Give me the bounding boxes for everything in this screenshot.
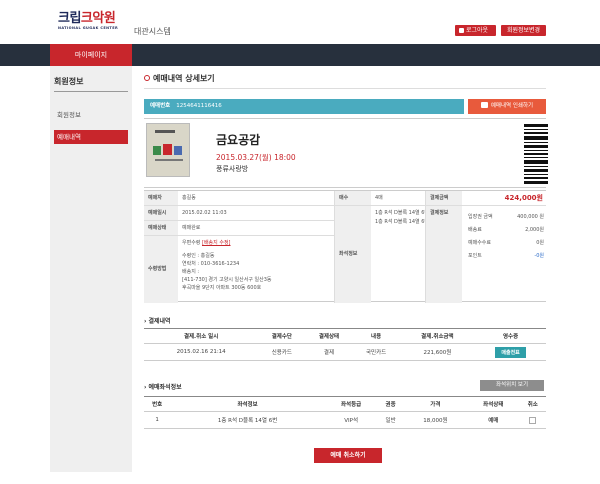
column-header: 결제수단 [258,328,306,344]
show-summary: 금요공감 2015.03.27(월) 18:00 풍류사랑방 [144,118,548,188]
pay-row: 배송료 2,000원 [468,227,544,233]
pay-row: 포인트 -0원 [468,253,544,259]
address-line-2: 후곡마을 9단지 아파트 300동 600호 [182,285,262,291]
ticket-type: 일반 [377,411,404,429]
logout-label: 로그아웃 [466,27,489,34]
receiver-name: 수령인 : 홍길동 [182,253,215,259]
payment-table: 결제.취소 일시 결제수단 결제상태 내용 결제.취소금액 영수증 2015.0… [144,328,546,361]
count-label: 매수 [335,191,371,205]
payment-state: 결제 [305,343,353,361]
table-row: 1 1층 R석 D블록 14열 6번 VIP석 일반 18,000원 예매 [144,411,546,429]
seat-info: 1층 R석 D블록 14열 6번 [170,411,325,429]
seat-info-label: 좌석정보 [335,206,371,303]
datetime-value: 2015.02.02 11:03 [182,210,227,216]
column-header: 결제상태 [305,328,353,344]
edit-member-info-button[interactable]: 회원정보변경 [501,25,546,36]
receive-method-label: 수령방법 [144,236,178,303]
printer-icon [480,102,488,108]
reservation-number-label: 예매번호 [150,103,171,109]
tab-mypage[interactable]: 마이페이지 [50,44,132,66]
show-title: 금요공감 [216,133,261,147]
sidebar-divider [54,91,128,92]
seat-line-2: 1층 R석 D블록 14열 6번 [375,219,430,225]
pay-row: 예매수수료 0원 [468,240,544,246]
reservation-info-table: 예매자 홍길동 예매일시 2015.02.02 11:03 예매상태 예매완료 … [144,190,546,303]
column-header: 내용 [352,328,400,344]
booker-label: 예매자 [144,191,178,205]
address-line-1: [411-730] 경기 고양시 일산서구 일산3동 [182,277,272,283]
seat-list: 1층 R석 D블록 14열 6번 1층 R석 D블록 14열 6번 [371,209,429,227]
pay-row: 입장권 금액 400,000 원 [468,214,544,220]
payment-method: 신용카드 [258,343,306,361]
logo[interactable]: 크립크악원 NATIONAL GUGAK CENTER [58,12,124,36]
payment-amount: 221,600원 [399,343,476,361]
count-value: 4매 [375,195,383,201]
receive-method: 우편수령 [182,240,201,246]
top-nav-bar: 마이페이지 [0,44,600,66]
column-header: 영수증 [475,328,546,344]
amount-label: 결제금액 [426,191,462,205]
column-header: 결제.취소 일시 [144,328,259,344]
seat-line-1: 1층 R석 D블록 14열 6번 [375,210,430,216]
show-hall: 풍류사랑방 [216,165,249,173]
header: 크립크악원 NATIONAL GUGAK CENTER 대관시스템 로그아웃 회… [0,0,600,44]
receive-details: 우편수령 [배송지 수정] 수령인 : 홍길동 연락처 : 010-3616-1… [178,239,334,292]
column-header: 좌석등급 [324,396,378,412]
seat-location-button[interactable]: 좌석위치 보기 [480,380,544,391]
payment-datetime: 2015.02.16 21:14 [144,343,259,361]
edit-address-link[interactable]: [배송지 수정] [202,240,231,246]
address-label: 배송지 : [182,269,200,275]
status-value: 예매완료 [182,225,201,231]
circle-bullet-icon [144,75,150,81]
sidebar: 회원정보 회원정보 예매내역 [50,66,132,472]
title-divider [144,88,546,89]
cancel-reservation-button[interactable]: 예매 취소하기 [314,448,382,463]
seat-no: 1 [144,411,171,429]
amount-value: 424,000원 [504,194,543,202]
main-content: 예매내역 상세보기 예매번호 1254641116416 예매내역 인쇄하기 금요… [138,66,552,476]
system-name: 대관시스템 [134,27,171,36]
column-header: 번호 [144,396,171,412]
payment-header-row: 결제.취소 일시 결제수단 결제상태 내용 결제.취소금액 영수증 [144,328,546,344]
seat-grade: VIP석 [324,411,378,429]
seat-price: 18,000원 [403,411,467,429]
payment-content: 국민카드 [352,343,400,361]
payment-info-label: 결제정보 [426,206,462,303]
barcode-icon [524,124,548,184]
datetime-label: 예매일시 [144,206,178,220]
cancel-checkbox[interactable] [529,416,537,424]
sidebar-title: 회원정보 [54,77,84,86]
lock-icon [459,27,464,33]
chevron-right-icon: › [144,318,147,325]
logo-text: 크립크악원 [58,11,116,26]
seat-section-title: › 예매좌석정보 [144,384,182,391]
receiver-phone: 연락처 : 010-3616-1234 [182,261,240,267]
payment-section-title: › 결제내역 [144,318,171,325]
payment-breakdown: 입장권 금액 400,000 원 배송료 2,000원 예매수수료 0원 포인트 -0원 [464,211,544,263]
table-row: 2015.02.16 21:14 신용카드 결제 국민카드 221,600원 매… [144,343,546,361]
poster-image [146,123,190,177]
column-header: 취소 [519,396,546,412]
sidebar-item-member-info[interactable]: 회원정보 [54,108,128,122]
logout-button[interactable]: 로그아웃 [455,25,496,36]
sidebar-item-reservations[interactable]: 예매내역 [54,130,128,144]
column-header: 결제.취소금액 [399,328,476,344]
chevron-right-icon: › [144,384,147,391]
receipt-button[interactable]: 매출전표 [495,346,526,358]
seat-table: 번호 좌석정보 좌석등급 권종 가격 좌석상태 취소 1 1층 R석 D블록 1… [144,396,546,429]
page-title: 예매내역 상세보기 [144,73,215,84]
column-header: 좌석정보 [170,396,325,412]
reservation-number-value: 1254641116416 [176,103,222,109]
print-reservation-button[interactable]: 예매내역 인쇄하기 [468,99,546,114]
logo-subtext: NATIONAL GUGAK CENTER [58,26,119,30]
seat-state: 예매 [466,411,520,429]
reservation-number-bar: 예매번호 1254641116416 [144,99,464,114]
column-header: 권종 [377,396,404,412]
column-header: 좌석상태 [466,396,520,412]
seat-header-row: 번호 좌석정보 좌석등급 권종 가격 좌석상태 취소 [144,396,546,412]
status-label: 예매상태 [144,221,178,235]
column-header: 가격 [403,396,467,412]
booker-value: 홍길동 [182,195,196,201]
show-date: 2015.03.27(월) 18:00 [216,153,296,162]
